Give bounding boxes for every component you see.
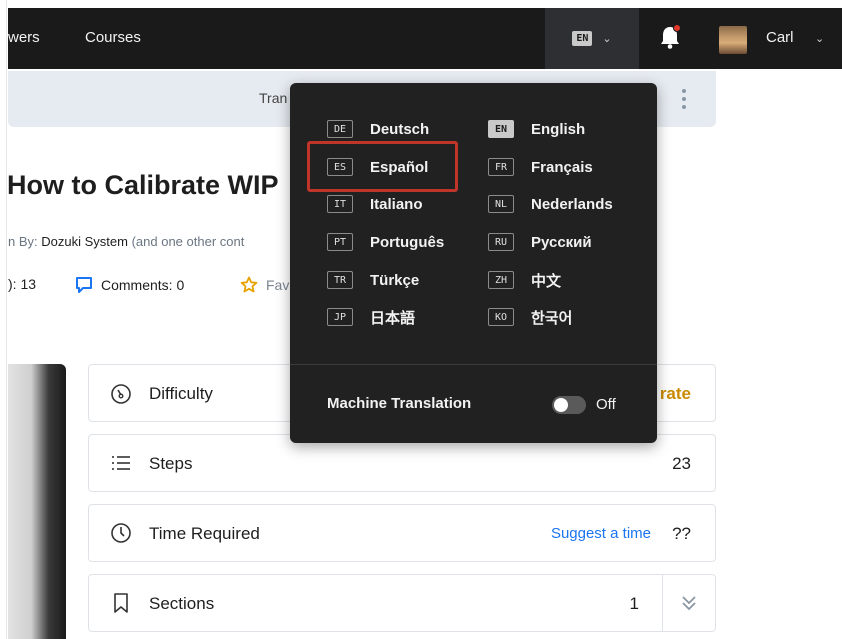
language-code: DE [327,120,353,138]
clock-icon [111,523,131,543]
language-name: Русский [531,233,592,251]
language-code: NL [488,195,514,213]
gauge-icon [111,384,131,404]
machine-translation-state: Off [596,396,616,413]
language-name: Italiano [370,195,423,213]
nav-link-answers[interactable]: wers [8,29,40,46]
time-required-card: Time Required Suggest a time ?? [88,504,716,562]
favorites-label: Fav [266,277,290,293]
language-option-tr[interactable]: TR Türkçe [327,266,419,294]
comments-link[interactable]: Comments: 0 [75,276,184,294]
language-code: ZH [488,271,514,289]
language-option-es[interactable]: ES Español [327,153,428,181]
suggest-time-link[interactable]: Suggest a time [551,525,651,542]
sections-card: Sections 1 [88,574,716,632]
language-option-en[interactable]: EN English [488,115,585,143]
nav-link-courses[interactable]: Courses [85,29,141,46]
language-code: FR [488,158,514,176]
double-chevron-down-icon[interactable] [677,589,701,617]
machine-translation-label: Machine Translation [327,395,472,412]
user-menu-chevron-icon[interactable]: ⌄ [815,32,824,45]
language-name: Deutsch [370,120,430,138]
translation-bar-text: Tran [259,90,288,106]
language-code: IT [327,195,353,213]
language-option-it[interactable]: IT Italiano [327,190,423,218]
language-option-nl[interactable]: NL Nederlands [488,190,613,218]
language-name: Español [370,158,429,176]
language-code: ES [327,158,353,176]
notification-dot [673,24,681,32]
star-icon [240,276,258,293]
chevron-down-icon: ⌄ [602,33,612,45]
time-required-value: ?? [672,524,691,543]
views-stat: ): 13 [8,276,37,292]
comments-label: Comments: 0 [101,277,185,293]
author-suffix[interactable]: (and one other cont [132,234,245,249]
language-option-zh[interactable]: ZH 中文 [488,266,561,294]
sections-label: Sections [149,594,215,613]
sections-value: 1 [629,594,639,613]
language-code: JP [327,308,353,326]
avatar[interactable] [719,26,747,54]
machine-translation-toggle[interactable] [552,396,586,414]
language-option-jp[interactable]: JP 日本語 [327,303,415,331]
language-option-pt[interactable]: PT Português [327,228,444,256]
language-name: 日本語 [370,309,416,327]
steps-label: Steps [149,454,193,473]
list-icon [112,456,130,470]
language-option-ko[interactable]: KO 한국어 [488,303,572,331]
toggle-knob [554,398,568,412]
more-options-icon[interactable] [681,87,687,111]
page-title: How to Calibrate WIP [7,170,279,200]
language-code: RU [488,233,514,251]
language-selector-button[interactable]: EN ⌄ [545,8,639,69]
language-code: EN [488,120,514,138]
user-name[interactable]: Carl [766,29,794,46]
language-option-de[interactable]: DE Deutsch [327,115,429,143]
language-name: Português [370,233,445,251]
author-line: n By: Dozuki System (and one other cont [8,234,244,249]
difficulty-value: rate [659,384,691,403]
language-name: Nederlands [531,195,613,213]
language-option-fr[interactable]: FR Français [488,153,593,181]
language-code: TR [327,271,353,289]
bookmark-icon [114,593,128,613]
guide-main-image[interactable] [8,364,66,639]
author-name[interactable]: Dozuki System [41,234,128,249]
divider [290,364,657,365]
language-name: Français [531,158,593,176]
language-name: 한국어 [531,309,573,327]
language-code: PT [327,233,353,251]
notifications-bell-icon[interactable] [659,24,681,50]
language-name: English [531,120,586,138]
language-code: KO [488,308,514,326]
author-prefix: n By: [8,234,38,249]
top-navbar: wers Courses EN ⌄ Carl ⌄ [8,8,842,69]
language-name: Türkçe [370,271,420,289]
steps-value: 23 [672,454,691,473]
language-name: 中文 [531,272,562,290]
language-code-badge: EN [572,31,593,46]
language-option-ru[interactable]: RU Русский [488,228,592,256]
favorite-button[interactable]: Fav [240,276,289,294]
time-required-label: Time Required [149,524,260,543]
divider [662,575,663,631]
comment-icon [76,277,92,293]
difficulty-label: Difficulty [149,384,213,403]
language-dropdown-menu: DE Deutsch EN English ES Español FR Fran… [290,83,657,443]
